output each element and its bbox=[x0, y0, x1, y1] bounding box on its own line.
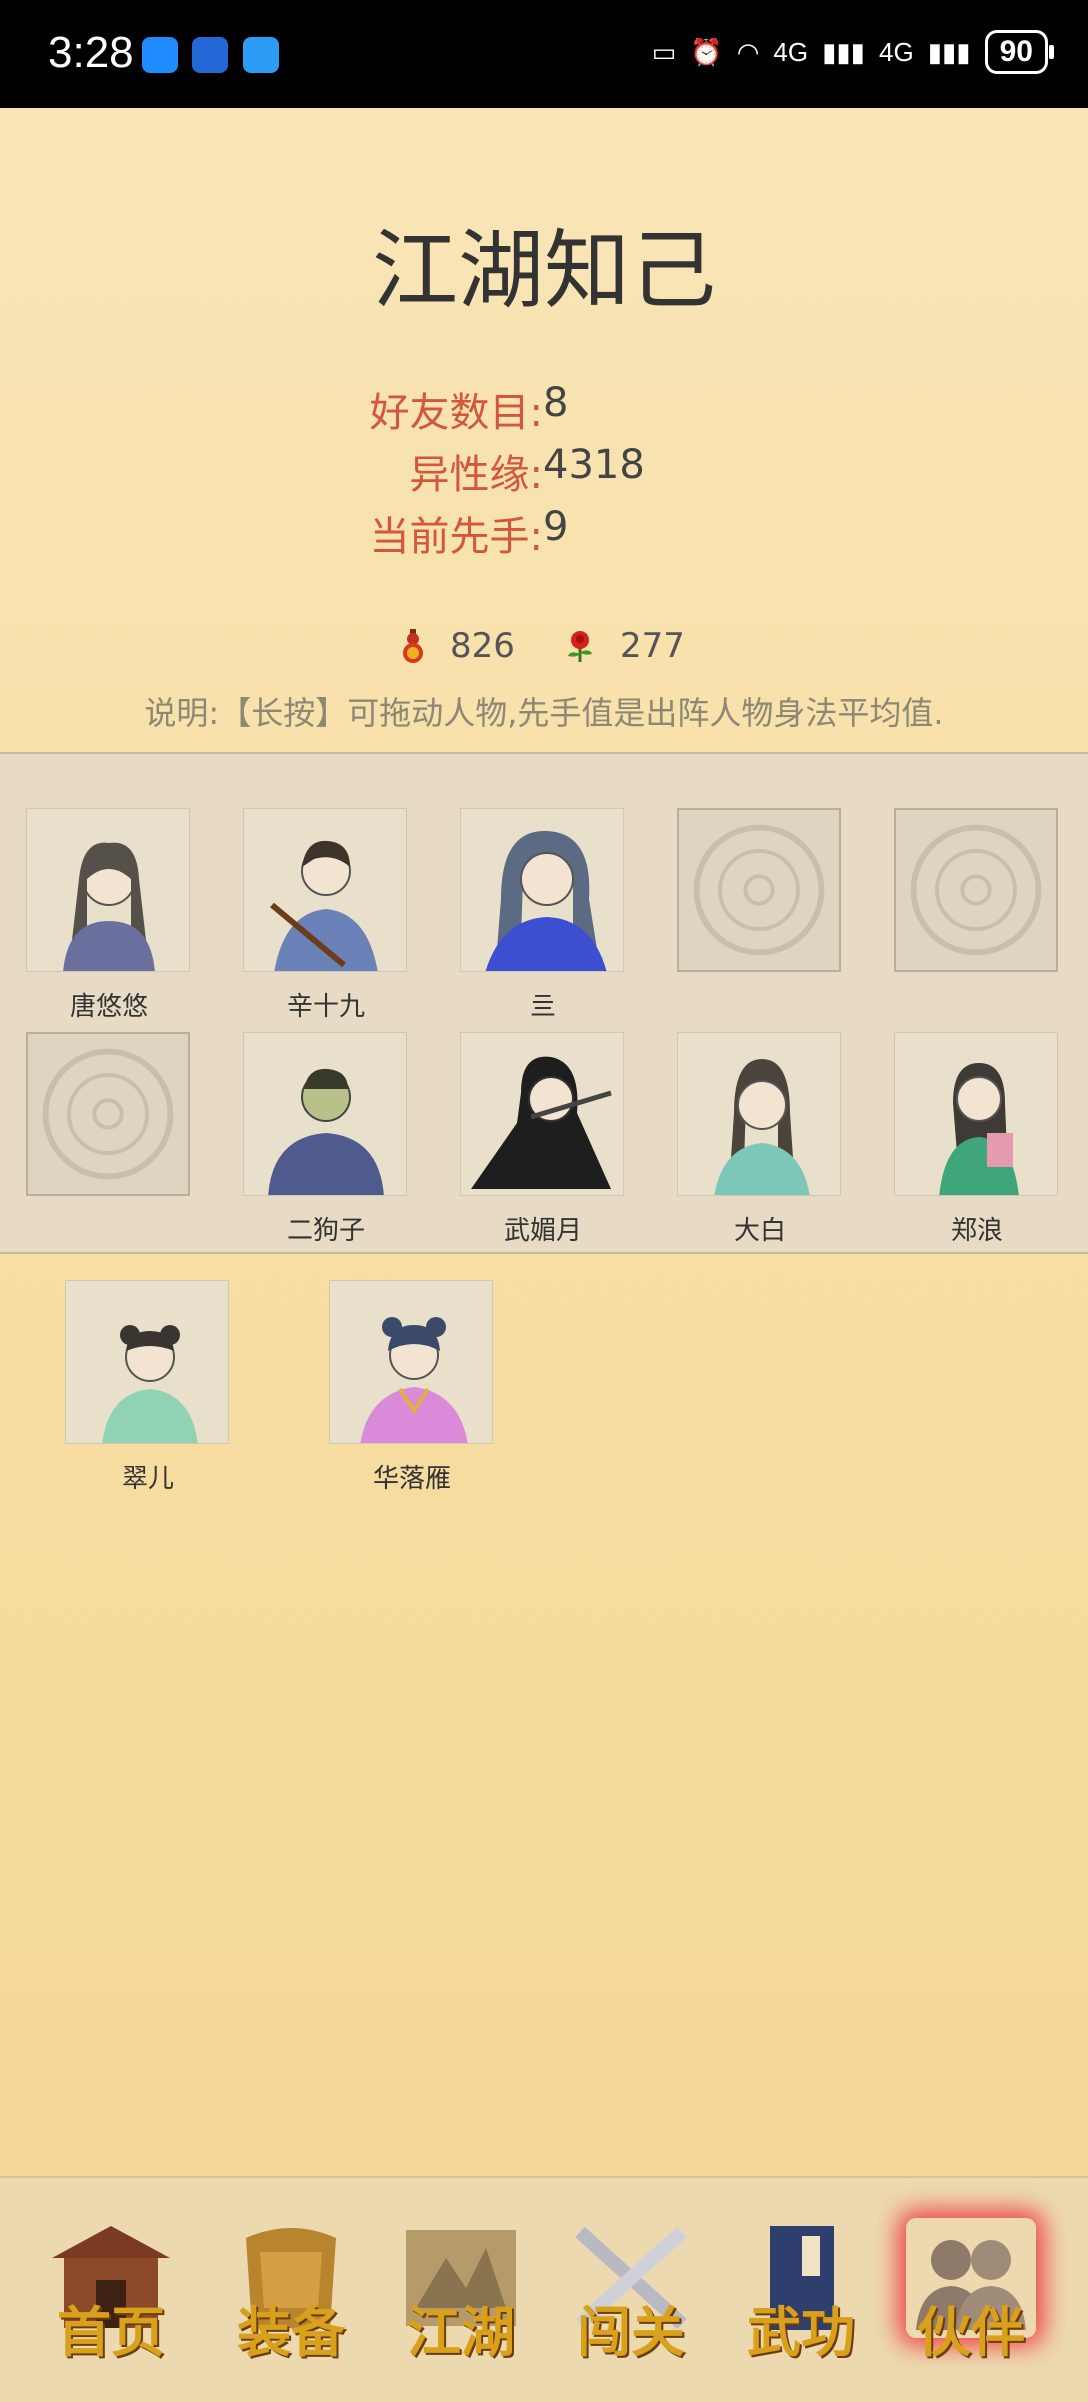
car-app-icon bbox=[192, 37, 228, 73]
nav-partners[interactable]: 伙伴 bbox=[896, 2218, 1046, 2368]
stat-label: 异性缘: bbox=[409, 452, 543, 498]
stat-affinity: 异性缘: 4318 bbox=[0, 442, 1088, 502]
character-portrait[interactable] bbox=[65, 1280, 229, 1444]
team-slot-empty[interactable] bbox=[894, 808, 1060, 1018]
nav-label: 首页 bbox=[57, 2300, 165, 2364]
character-name: 唐悠悠 bbox=[69, 992, 148, 1022]
empty-slot-emblem[interactable] bbox=[894, 808, 1058, 972]
reserve-partner[interactable]: 翠儿 bbox=[65, 1280, 231, 1494]
character-name bbox=[26, 1210, 192, 1242]
gourd-resource: 826 bbox=[398, 626, 515, 666]
signal-icon-2: 4G bbox=[879, 36, 914, 67]
status-bar: 3:28 ▭ ⏰ ◠ 4G ▮▮▮ 4G ▮▮▮ 90 bbox=[0, 0, 1088, 108]
gourd-icon bbox=[403, 629, 423, 663]
character-portrait[interactable] bbox=[243, 1032, 407, 1196]
stat-initiative: 当前先手: 9 bbox=[0, 504, 1088, 564]
character-name: 华落雁 bbox=[372, 1464, 451, 1494]
character-portrait[interactable] bbox=[677, 1032, 841, 1196]
stat-label: 当前先手: bbox=[369, 514, 543, 560]
stat-friend-count: 好友数目: 8 bbox=[0, 380, 1088, 440]
nav-home[interactable]: 首页 bbox=[36, 2218, 186, 2368]
rose-icon bbox=[568, 631, 592, 662]
nav-label: 江湖 bbox=[407, 2300, 515, 2364]
wifi-icon: ◠ bbox=[736, 36, 760, 67]
signal-icon-1: 4G bbox=[773, 36, 809, 67]
nav-label: 装备 bbox=[237, 2300, 345, 2364]
team-slot[interactable]: 郑浪 bbox=[894, 1032, 1060, 1246]
character-name: 大白 bbox=[733, 1216, 786, 1246]
character-name bbox=[894, 986, 1060, 1018]
signal-bars-icon: ▮▮▮ bbox=[927, 36, 971, 67]
team-formation-panel: 唐悠悠 辛十九 亖 二狗子 武媚月 大白 郑浪 bbox=[0, 752, 1088, 1254]
nav-martial-arts[interactable]: 武功 bbox=[726, 2218, 876, 2368]
cast-icon: ▭ bbox=[651, 36, 677, 67]
character-portrait[interactable] bbox=[243, 808, 407, 972]
rose-count: 277 bbox=[620, 626, 685, 666]
empty-slot-emblem[interactable] bbox=[26, 1032, 190, 1196]
character-portrait[interactable] bbox=[460, 808, 624, 972]
rose-resource: 277 bbox=[562, 626, 685, 666]
battery-indicator: 90 bbox=[984, 30, 1055, 74]
character-name: 翠儿 bbox=[121, 1464, 174, 1494]
nav-label: 闯关 bbox=[577, 2300, 685, 2364]
weather-app-icon bbox=[243, 37, 279, 73]
team-slot[interactable]: 唐悠悠 bbox=[26, 808, 192, 1022]
team-slot[interactable]: 大白 bbox=[677, 1032, 843, 1246]
nav-label: 武功 bbox=[747, 2300, 855, 2364]
team-slot[interactable]: 二狗子 bbox=[243, 1032, 409, 1246]
character-name: 亖 bbox=[529, 992, 556, 1022]
team-slot[interactable]: 亖 bbox=[460, 808, 626, 1022]
character-portrait[interactable] bbox=[329, 1280, 493, 1444]
page-title: 江湖知己 bbox=[372, 221, 716, 321]
bottom-nav: 首页 装备 江湖 闯关 武功 伙伴 bbox=[0, 2176, 1088, 2402]
alarm-icon: ⏰ bbox=[690, 36, 723, 67]
nav-challenge[interactable]: 闯关 bbox=[556, 2218, 706, 2368]
character-name: 二狗子 bbox=[286, 1216, 365, 1246]
team-slot-empty[interactable] bbox=[26, 1032, 192, 1242]
character-name: 武媚月 bbox=[503, 1216, 582, 1246]
character-portrait[interactable] bbox=[26, 808, 190, 972]
nav-equipment[interactable]: 装备 bbox=[216, 2218, 366, 2368]
stat-value: 4318 bbox=[543, 442, 645, 488]
status-time: 3:28 bbox=[48, 28, 134, 77]
character-name: 辛十九 bbox=[286, 992, 365, 1022]
gourd-count: 826 bbox=[450, 626, 515, 666]
character-name bbox=[677, 986, 843, 1018]
team-slot[interactable]: 辛十九 bbox=[243, 808, 409, 1022]
stat-label: 好友数目: bbox=[369, 390, 543, 436]
status-icons: ▭ ⏰ ◠ 4G ▮▮▮ 4G ▮▮▮ 90 bbox=[651, 30, 1055, 74]
signal-bars-icon: ▮▮▮ bbox=[822, 36, 865, 67]
stat-value: 8 bbox=[543, 380, 569, 426]
team-slot-empty[interactable] bbox=[677, 808, 843, 1018]
message-app-icon bbox=[142, 37, 178, 73]
empty-slot-emblem[interactable] bbox=[677, 808, 841, 972]
nav-jianghu[interactable]: 江湖 bbox=[386, 2218, 536, 2368]
character-portrait[interactable] bbox=[894, 1032, 1058, 1196]
character-portrait[interactable] bbox=[460, 1032, 624, 1196]
nav-label: 伙伴 bbox=[917, 2300, 1025, 2364]
instructions-text: 说明:【长按】可拖动人物,先手值是出阵人物身法平均值. bbox=[144, 694, 944, 732]
reserve-partner[interactable]: 华落雁 bbox=[329, 1280, 495, 1494]
character-name: 郑浪 bbox=[950, 1216, 1003, 1246]
stat-value: 9 bbox=[543, 504, 569, 550]
team-slot[interactable]: 武媚月 bbox=[460, 1032, 626, 1246]
